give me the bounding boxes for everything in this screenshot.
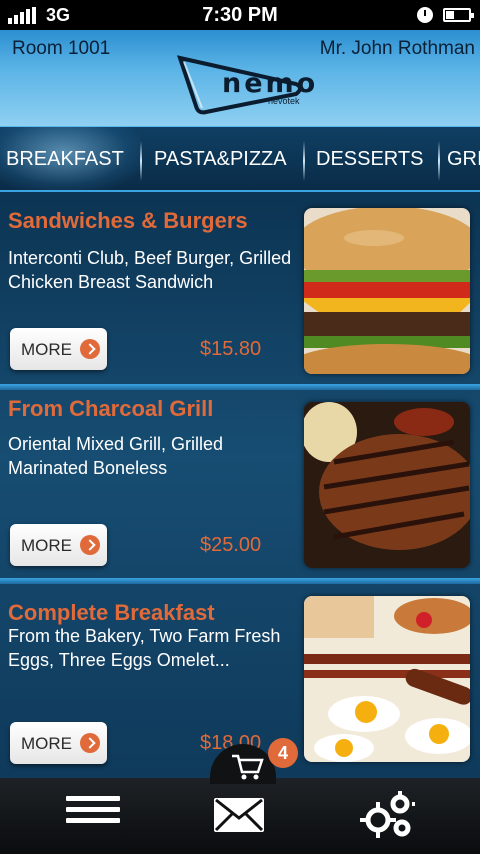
- menu-item-list[interactable]: Sandwiches & Burgers Interconti Club, Be…: [0, 192, 480, 778]
- item-divider: [0, 384, 480, 390]
- guest-name: Mr. John Rothman: [319, 38, 475, 59]
- more-button[interactable]: MORE: [10, 722, 107, 764]
- item-divider: [0, 578, 480, 584]
- item-price: $15.80: [200, 338, 262, 360]
- tab-pasta-pizza[interactable]: PASTA&PIZZA: [154, 127, 287, 190]
- nemo-logo: nemo nevotek: [176, 54, 315, 116]
- tab-label: DESSERTS: [316, 148, 424, 170]
- burger-photo[interactable]: [304, 208, 470, 374]
- tab-divider: [438, 141, 440, 181]
- bottom-toolbar: [0, 778, 480, 854]
- item-description: From the Bakery, Two Farm Fresh Eggs, Th…: [8, 626, 281, 670]
- item-description: Oriental Mixed Grill, Grilled Marinated …: [8, 434, 224, 478]
- breakfast-photo[interactable]: [304, 596, 470, 762]
- steak-photo[interactable]: [304, 402, 470, 568]
- item-description: Interconti Club, Beef Burger, Grilled Ch…: [8, 248, 292, 292]
- tab-desserts[interactable]: DESSERTS: [316, 127, 424, 190]
- settings-gear-icon[interactable]: [358, 790, 416, 840]
- logo-word: nemo: [222, 68, 319, 99]
- category-tabs: BREAKFAST PASTA&PIZZA DESSERTS GRI: [0, 126, 480, 192]
- chevron-right-icon: [80, 733, 100, 753]
- item-price: $25.00: [200, 534, 262, 556]
- list-item[interactable]: From Charcoal Grill Oriental Mixed Grill…: [0, 384, 480, 574]
- tab-grill[interactable]: GRI: [447, 127, 480, 190]
- tab-divider: [140, 141, 142, 181]
- tab-breakfast[interactable]: BREAKFAST: [0, 127, 140, 190]
- status-time: 7:30 PM: [202, 4, 278, 26]
- menu-icon[interactable]: [66, 796, 120, 836]
- logo-subword: nevotek: [268, 96, 300, 106]
- tab-label: GRI: [447, 148, 480, 170]
- item-title: Complete Breakfast: [8, 600, 215, 625]
- room-number: Room 1001: [12, 38, 111, 59]
- more-button[interactable]: MORE: [10, 524, 107, 566]
- alarm-clock-icon: [417, 7, 433, 23]
- more-label: MORE: [21, 734, 72, 753]
- status-bar: 3G 7:30 PM: [0, 0, 480, 30]
- item-title: From Charcoal Grill: [8, 396, 214, 421]
- item-title: Sandwiches & Burgers: [8, 208, 248, 233]
- chevron-right-icon: [80, 535, 100, 555]
- more-label: MORE: [21, 536, 72, 555]
- cart-count-badge: 4: [268, 738, 298, 768]
- chevron-right-icon: [80, 339, 100, 359]
- more-label: MORE: [21, 340, 72, 359]
- list-item[interactable]: Sandwiches & Burgers Interconti Club, Be…: [0, 192, 480, 382]
- list-item[interactable]: Complete Breakfast From the Bakery, Two …: [0, 578, 480, 768]
- more-button[interactable]: MORE: [10, 328, 107, 370]
- tab-label: BREAKFAST: [6, 148, 124, 170]
- tab-divider: [303, 141, 305, 181]
- app-header: Room 1001 Mr. John Rothman nemo nevotek: [0, 30, 480, 126]
- cart-icon[interactable]: [210, 744, 276, 784]
- battery-icon: [443, 8, 474, 22]
- mail-icon[interactable]: [212, 796, 266, 834]
- tab-label: PASTA&PIZZA: [154, 148, 287, 170]
